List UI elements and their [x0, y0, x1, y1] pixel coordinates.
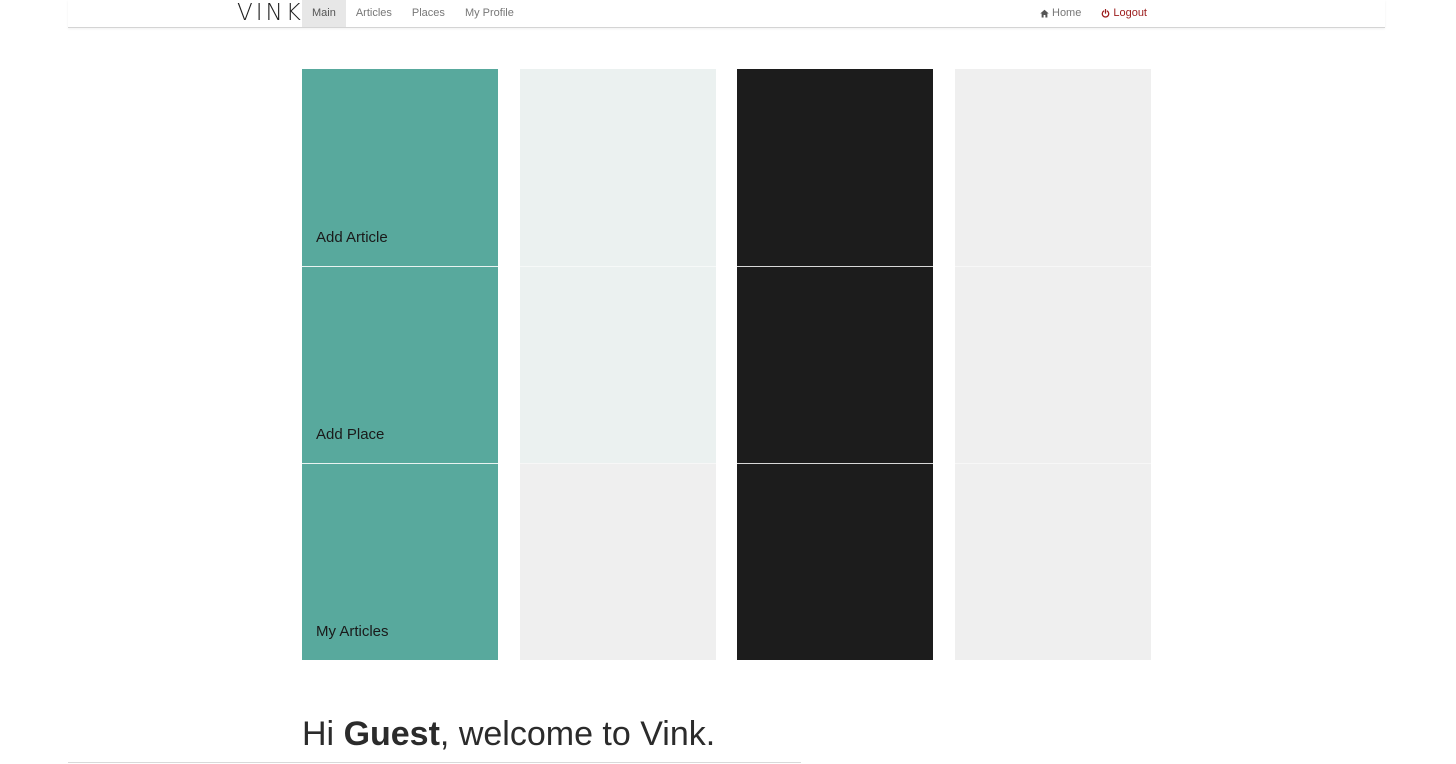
nav-left: Main Articles Places My Profile	[302, 0, 524, 27]
logout-label: Logout	[1113, 7, 1147, 19]
tile-label-my-articles[interactable]: My Articles	[316, 623, 389, 640]
tile-label-add-place[interactable]: Add Place	[316, 426, 384, 443]
welcome-user-name: Guest	[343, 715, 440, 753]
tile-empty	[955, 69, 1151, 266]
welcome-suffix: , welcome to Vink.	[439, 715, 716, 753]
page: VINK Main Articles Places My Profile Hom…	[0, 0, 1456, 764]
tile-my-articles[interactable]: My Articles	[302, 463, 498, 660]
logout-link[interactable]: Logout	[1101, 0, 1147, 27]
power-icon	[1102, 9, 1110, 18]
tile-empty	[737, 463, 933, 660]
tile-empty	[520, 463, 716, 660]
home-link[interactable]: Home	[1040, 0, 1081, 27]
nav-item-my-profile[interactable]: My Profile	[455, 0, 524, 27]
home-label: Home	[1052, 7, 1082, 19]
nav-item-articles[interactable]: Articles	[346, 0, 402, 27]
nav-item-main[interactable]: Main	[302, 0, 346, 27]
brand-logo[interactable]: VINK	[237, 0, 304, 27]
tile-empty	[520, 69, 716, 266]
tile-empty	[520, 266, 716, 463]
welcome-prefix: Hi	[302, 715, 344, 753]
welcome-heading: Hi Guest, welcome to Vink.	[302, 711, 715, 757]
nav-right: Home Logout	[1040, 0, 1147, 27]
navbar: VINK Main Articles Places My Profile Hom…	[68, 0, 1385, 28]
tile-label-add-article[interactable]: Add Article	[316, 229, 388, 246]
divider	[68, 762, 801, 763]
tile-empty	[955, 266, 1151, 463]
nav-item-places[interactable]: Places	[402, 0, 455, 27]
home-icon	[1040, 9, 1049, 18]
tile-empty	[737, 266, 933, 463]
tile-add-article[interactable]: Add Article	[302, 69, 498, 266]
tile-empty	[737, 69, 933, 266]
tile-empty	[955, 463, 1151, 660]
tile-add-place[interactable]: Add Place	[302, 266, 498, 463]
